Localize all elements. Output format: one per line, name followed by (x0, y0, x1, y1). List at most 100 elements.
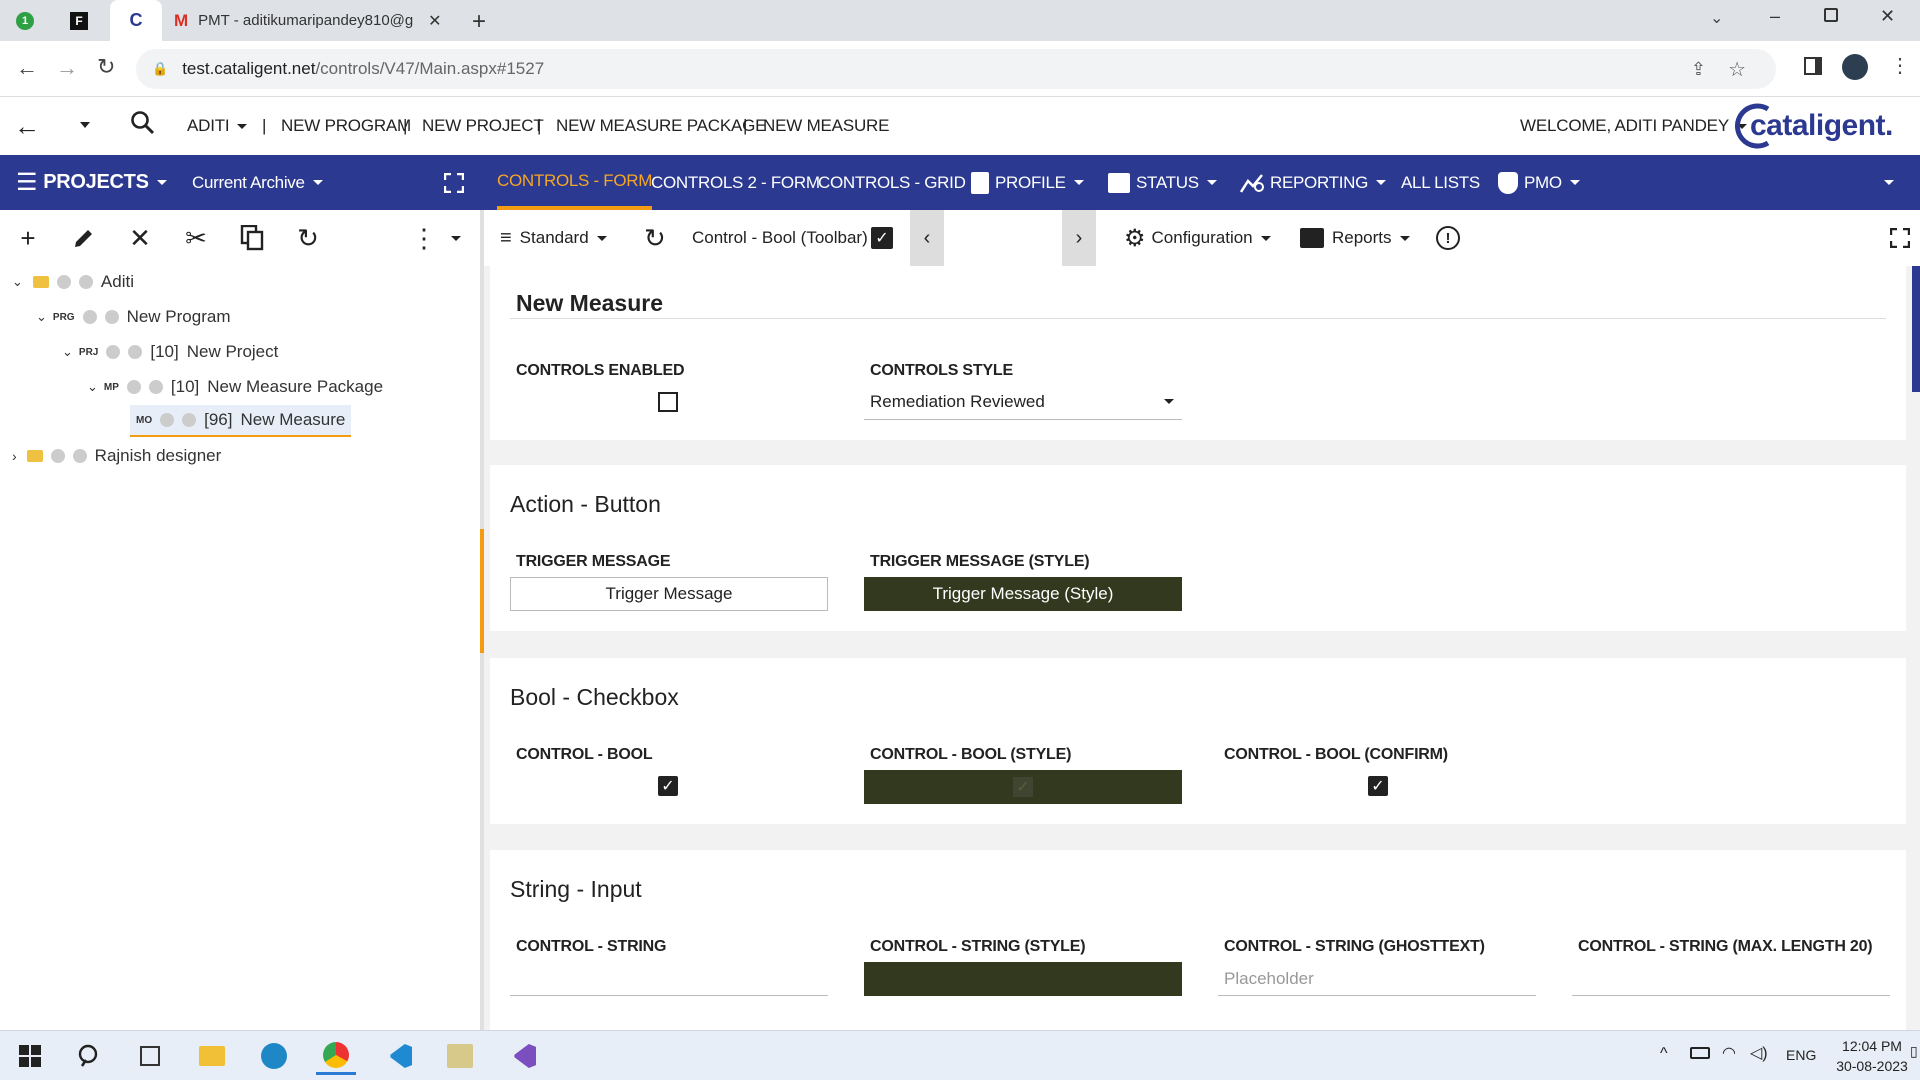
info-alert-icon[interactable]: ! (1436, 210, 1460, 266)
tab-profile[interactable]: PROFILE (971, 155, 1084, 210)
scroll-left-button[interactable]: ‹ (910, 210, 944, 266)
history-dropdown-icon[interactable] (80, 122, 90, 128)
taskbar-search-icon[interactable] (70, 1037, 110, 1075)
notifications-icon[interactable]: ▯ (1910, 1043, 1918, 1060)
control-string-ghost-input[interactable]: Placeholder (1218, 962, 1536, 996)
close-window-button[interactable]: ✕ (1880, 6, 1895, 27)
measure-card: New Measure CONTROLS ENABLED CONTROLS ST… (490, 266, 1906, 440)
share-icon[interactable]: ⇪ (1691, 59, 1706, 80)
language-indicator[interactable]: ENG (1786, 1047, 1816, 1063)
nav-overflow-dropdown[interactable] (1884, 155, 1894, 210)
visual-studio-icon[interactable] (504, 1037, 544, 1075)
fullscreen-icon[interactable] (1890, 210, 1910, 266)
refresh-icon[interactable]: ↻ (292, 222, 324, 254)
restore-button[interactable] (1824, 8, 1838, 22)
tree-node-measure-package[interactable]: ⌄ MP [10] New Measure Package (87, 371, 383, 403)
file-explorer-icon[interactable] (192, 1037, 232, 1075)
forward-arrow-icon[interactable]: → (56, 55, 78, 81)
new-program-link[interactable]: NEW PROGRAM (281, 97, 411, 155)
edit-pencil-icon[interactable] (68, 222, 100, 254)
content-scrollbar[interactable] (1912, 266, 1920, 392)
vscode-icon[interactable] (380, 1037, 420, 1075)
tree-node-rajnish[interactable]: › Rajnish designer (12, 440, 221, 472)
chevron-down-icon[interactable]: ⌄ (87, 379, 98, 395)
refresh-form-icon[interactable]: ↻ (644, 210, 666, 266)
browser-tab-2[interactable]: F (70, 0, 110, 41)
user-menu[interactable]: ADITI (187, 97, 248, 155)
browser-tab-1[interactable]: 1 (16, 0, 56, 41)
cut-scissors-icon[interactable]: ✂ (180, 222, 212, 254)
reload-icon[interactable]: ↻ (97, 54, 115, 80)
controls-style-select[interactable]: Remediation Reviewed (864, 384, 1182, 420)
control-string-style-input[interactable] (864, 962, 1182, 996)
welcome-user-menu[interactable]: WELCOME, ADITI PANDEY (1520, 97, 1747, 155)
clock[interactable]: 12:04 PM 30-08-2023 (1836, 1036, 1908, 1076)
profile-avatar[interactable] (1842, 54, 1868, 80)
tree-node-aditi[interactable]: ⌄ Aditi (12, 266, 134, 298)
trigger-message-style-button[interactable]: Trigger Message (Style) (864, 577, 1182, 611)
url-field[interactable]: 🔒 test.cataligent.net /controls/V47/Main… (136, 49, 1776, 89)
chevron-right-icon[interactable]: › (12, 448, 17, 464)
side-panel-icon[interactable] (1804, 57, 1822, 75)
chevron-down-icon[interactable]: ⌄ (12, 274, 23, 290)
control-bool-confirm-checkbox[interactable]: ✓ (1368, 776, 1388, 796)
control-string-max-label: CONTROL - STRING (MAX. LENGTH 20) (1578, 938, 1873, 955)
battery-icon[interactable] (1690, 1047, 1710, 1059)
archive-selector[interactable]: Current Archive (192, 155, 323, 210)
tab-controls-form[interactable]: CONTROLS - FORM (497, 155, 652, 210)
trigger-message-button[interactable]: Trigger Message (510, 577, 828, 611)
tab-search-icon[interactable]: ⌄ (1710, 8, 1723, 28)
control-bool-style-checkbox[interactable]: ✓ (1013, 777, 1033, 797)
windows-start-icon[interactable] (10, 1037, 50, 1075)
task-view-icon[interactable] (130, 1037, 170, 1075)
volume-icon[interactable]: ◁) (1750, 1043, 1768, 1063)
app-back-arrow-icon[interactable]: ← (14, 111, 40, 142)
chevron-down-icon[interactable]: ⌄ (36, 309, 47, 325)
control-bool-checkbox[interactable]: ✓ (658, 776, 678, 796)
add-icon[interactable]: + (12, 222, 44, 254)
projects-menu[interactable]: ☰ PROJECTS (16, 155, 167, 210)
new-project-link[interactable]: NEW PROJECT (422, 97, 544, 155)
new-measure-link[interactable]: NEW MEASURE (763, 97, 889, 155)
file-manager-icon[interactable] (440, 1037, 480, 1075)
controls-enabled-checkbox[interactable] (658, 392, 678, 412)
control-bool-toolbar-checkbox[interactable]: ✓ (871, 210, 893, 266)
delete-x-icon[interactable]: ✕ (124, 222, 156, 254)
tab-controls-grid[interactable]: CONTROLS - GRID (818, 155, 966, 210)
browser-menu-icon[interactable]: ⋮ (1890, 53, 1910, 78)
back-arrow-icon[interactable]: ← (16, 55, 38, 81)
tab-reporting[interactable]: REPORTING (1240, 155, 1387, 210)
close-tab-icon[interactable]: ✕ (428, 11, 441, 31)
control-string-input[interactable] (510, 962, 828, 996)
minimize-button[interactable]: – (1770, 6, 1780, 27)
reports-menu[interactable]: Reports (1300, 210, 1410, 266)
edge-browser-icon[interactable] (254, 1037, 294, 1075)
status-dot (50, 449, 65, 463)
new-measure-package-link[interactable]: NEW MEASURE PACKAGE (556, 97, 767, 155)
tab-controls-2-form[interactable]: CONTROLS 2 - FORM (651, 155, 820, 210)
scroll-right-button[interactable]: › (1062, 210, 1096, 266)
view-selector[interactable]: ≡ Standard (500, 210, 607, 266)
wifi-icon[interactable]: ◠ (1722, 1043, 1736, 1063)
tab-pmo[interactable]: PMO (1498, 155, 1580, 210)
expand-panel-icon[interactable] (444, 155, 464, 210)
control-string-max-input[interactable] (1572, 962, 1890, 996)
tree-node-measure-selected[interactable]: MO [96] New Measure (130, 405, 352, 437)
tab-all-lists[interactable]: ALL LISTS (1401, 155, 1480, 210)
new-tab-button[interactable]: + (472, 8, 486, 36)
chrome-browser-icon[interactable] (316, 1037, 356, 1075)
tree-node-project[interactable]: ⌄ PRJ [10] New Project (62, 336, 278, 368)
more-vertical-icon[interactable]: ⋮ (408, 222, 440, 254)
copy-icon[interactable] (236, 222, 268, 254)
browser-tab-3[interactable]: C (110, 0, 162, 41)
configuration-menu[interactable]: ⚙ Configuration (1124, 210, 1271, 266)
tree-node-program[interactable]: ⌄ PRG New Program (36, 301, 231, 333)
status-dot (106, 345, 121, 359)
browser-tab-4[interactable]: M PMT - aditikumaripandey810@g ✕ (170, 0, 455, 41)
search-icon[interactable] (130, 110, 156, 141)
tab-status[interactable]: STATUS (1108, 155, 1217, 210)
more-dropdown-icon[interactable] (440, 222, 472, 254)
chevron-down-icon[interactable]: ⌄ (62, 344, 73, 360)
tray-chevron-up-icon[interactable]: ^ (1660, 1045, 1668, 1063)
bookmark-star-icon[interactable]: ☆ (1728, 57, 1746, 82)
